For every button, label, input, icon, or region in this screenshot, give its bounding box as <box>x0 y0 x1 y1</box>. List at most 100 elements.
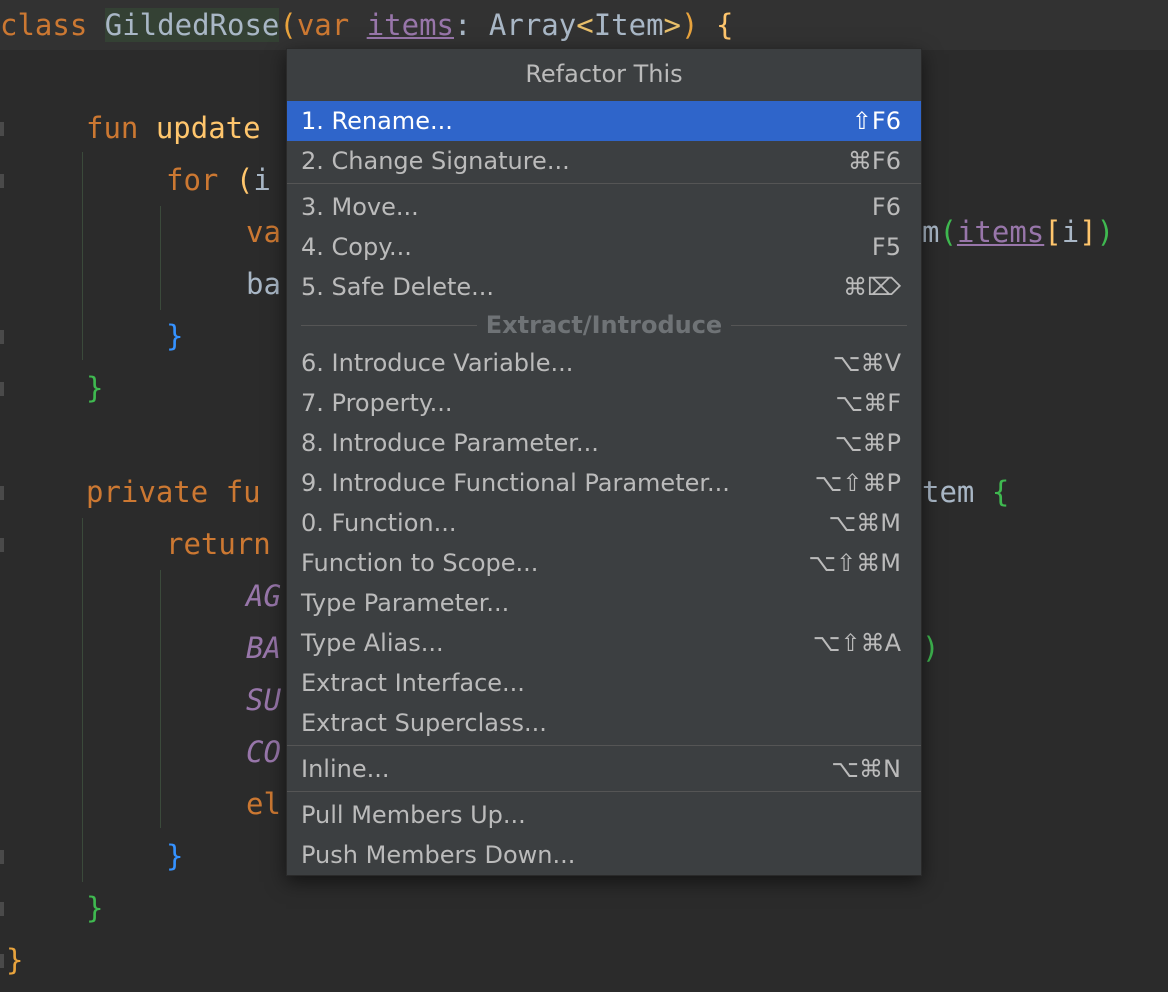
menu-item-copy[interactable]: 4. Copy... F5 <box>287 227 921 267</box>
code-line: } <box>86 888 103 928</box>
group-header-line <box>301 325 477 326</box>
fold-marker[interactable] <box>0 538 4 552</box>
menu-item-move[interactable]: 3. Move... F6 <box>287 187 921 227</box>
code-token: ba <box>246 267 281 301</box>
code-token: AG <box>246 579 281 613</box>
code-token: < <box>576 8 594 42</box>
menu-item-shortcut: ⌘⌦ <box>843 273 901 301</box>
code-token: fun <box>86 111 156 145</box>
menu-item-shortcut: F6 <box>871 193 901 221</box>
menu-item-push-members-down[interactable]: Push Members Down... <box>287 835 921 875</box>
code-line-fragment: ) <box>922 628 939 668</box>
code-line: for (i <box>166 160 271 200</box>
menu-item-label: Push Members Down... <box>301 841 576 869</box>
indent-guide <box>160 206 161 310</box>
fold-marker[interactable] <box>0 486 4 500</box>
menu-item-function-to-scope[interactable]: Function to Scope... ⌥⇧⌘M <box>287 543 921 583</box>
menu-item-shortcut: ⌥⌘V <box>832 349 901 377</box>
menu-item-function[interactable]: 0. Function... ⌥⌘M <box>287 503 921 543</box>
menu-item-type-parameter[interactable]: Type Parameter... <box>287 583 921 623</box>
menu-item-label: 6. Introduce Variable... <box>301 349 574 377</box>
menu-item-extract-superclass[interactable]: Extract Superclass... <box>287 703 921 743</box>
group-header-line <box>731 325 907 326</box>
code-token: } <box>166 319 184 353</box>
code-token: > <box>663 8 681 42</box>
code-token: class <box>0 8 105 42</box>
code-token: } <box>86 891 104 925</box>
menu-item-shortcut: ⌥⇧⌘P <box>814 469 901 497</box>
code-token: { <box>991 475 1010 509</box>
code-line: SU <box>246 680 281 720</box>
code-token: ) <box>922 631 940 665</box>
menu-item-label: 5. Safe Delete... <box>301 273 495 301</box>
menu-item-shortcut: ⌥⇧⌘M <box>808 549 901 577</box>
menu-item-introduce-variable[interactable]: 6. Introduce Variable... ⌥⌘V <box>287 343 921 383</box>
menu-item-shortcut: F5 <box>871 233 901 261</box>
group-header-label: Extract/Introduce <box>485 311 723 339</box>
menu-item-label: Extract Interface... <box>301 669 525 697</box>
code-token: fu <box>225 475 261 509</box>
menu-item-introduce-functional-parameter[interactable]: 9. Introduce Functional Parameter... ⌥⇧⌘P <box>287 463 921 503</box>
code-line: CO <box>246 732 281 772</box>
menu-separator <box>287 791 921 792</box>
group-header-extract-introduce: Extract/Introduce <box>287 305 921 345</box>
code-token: i <box>1061 215 1080 249</box>
menu-separator <box>287 183 921 184</box>
indent-guide <box>82 152 83 360</box>
menu-item-extract-interface[interactable]: Extract Interface... <box>287 663 921 703</box>
menu-item-label: Pull Members Up... <box>301 801 526 829</box>
fold-marker[interactable] <box>0 382 4 396</box>
fold-marker[interactable] <box>0 954 4 968</box>
code-token: tem <box>922 475 992 509</box>
fold-marker[interactable] <box>0 850 4 864</box>
code-line-fragment: m(items[i]) <box>922 212 1114 252</box>
code-token: for <box>166 163 236 197</box>
code-token: CO <box>246 735 281 769</box>
fold-marker[interactable] <box>0 174 4 188</box>
fold-marker[interactable] <box>0 902 4 916</box>
code-token: BA <box>246 631 281 665</box>
code-line: } <box>166 836 183 876</box>
menu-item-type-alias[interactable]: Type Alias... ⌥⇧⌘A <box>287 623 921 663</box>
code-token: el <box>246 787 281 821</box>
fold-marker[interactable] <box>0 330 4 344</box>
code-token: items <box>956 215 1045 249</box>
menu-item-shortcut: ⌘F6 <box>847 147 901 175</box>
code-token: ( <box>939 215 957 249</box>
menu-item-safe-delete[interactable]: 5. Safe Delete... ⌘⌦ <box>287 267 921 307</box>
code-token: GildedRose <box>104 8 280 42</box>
indent-guide <box>160 570 161 828</box>
code-line: AG <box>246 576 281 616</box>
menu-item-pull-members-up[interactable]: Pull Members Up... <box>287 795 921 835</box>
code-token: private <box>86 475 226 509</box>
code-line: private fu <box>86 472 261 512</box>
code-token: m <box>922 215 940 249</box>
menu-item-shortcut: ⇧F6 <box>851 107 901 135</box>
menu-separator <box>287 745 921 746</box>
menu-item-shortcut: ⌥⌘M <box>828 509 901 537</box>
code-token: ( <box>279 8 297 42</box>
code-token: ) <box>681 8 699 42</box>
code-token: ( <box>235 163 254 197</box>
code-line: va <box>246 212 281 252</box>
fold-marker[interactable] <box>0 122 4 136</box>
code-token: [ <box>1044 215 1062 249</box>
code-token: ] <box>1079 215 1097 249</box>
menu-item-label: Type Parameter... <box>301 589 510 617</box>
menu-item-rename[interactable]: 1. Rename... ⇧F6 <box>287 101 921 141</box>
menu-item-introduce-parameter[interactable]: 8. Introduce Parameter... ⌥⌘P <box>287 423 921 463</box>
menu-item-inline[interactable]: Inline... ⌥⌘N <box>287 749 921 789</box>
code-token: : Array <box>454 8 577 42</box>
menu-item-label: 2. Change Signature... <box>301 147 570 175</box>
code-line: return <box>166 524 271 564</box>
code-token: ) <box>1096 215 1115 249</box>
code-token: } <box>6 943 24 977</box>
menu-item-label: Extract Superclass... <box>301 709 547 737</box>
menu-item-label: 7. Property... <box>301 389 453 417</box>
menu-item-label: 9. Introduce Functional Parameter... <box>301 469 730 497</box>
indent-guide <box>82 518 83 882</box>
menu-item-label: Function to Scope... <box>301 549 539 577</box>
menu-item-change-signature[interactable]: 2. Change Signature... ⌘F6 <box>287 141 921 181</box>
menu-item-property[interactable]: 7. Property... ⌥⌘F <box>287 383 921 423</box>
